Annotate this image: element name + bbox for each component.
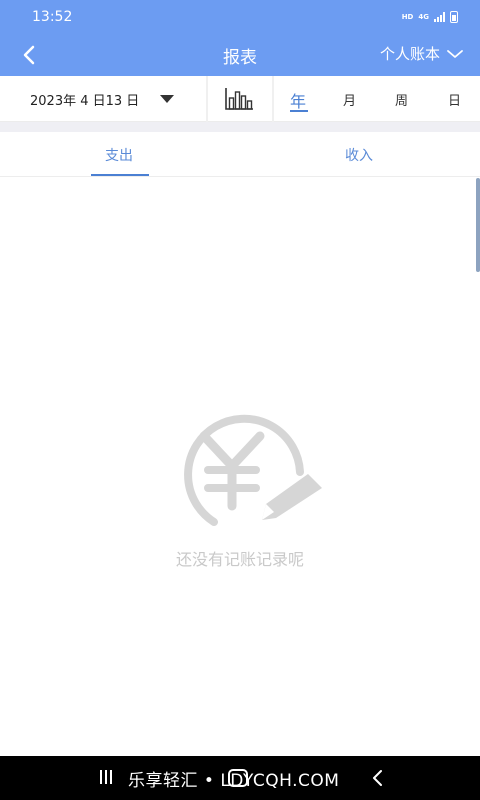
bar-chart-icon	[225, 88, 253, 110]
app-header: 报表 个人账本	[0, 34, 480, 76]
caret-down-icon	[160, 95, 174, 103]
divider	[206, 76, 208, 122]
scrollbar[interactable]	[476, 178, 480, 272]
account-book-selector[interactable]: 个人账本	[380, 43, 464, 64]
period-tab-month[interactable]: 月	[343, 90, 356, 109]
yen-edit-icon	[184, 414, 322, 526]
section-divider	[0, 122, 480, 132]
watermark: 乐享轻汇 • LDYCQH.COM	[128, 771, 340, 791]
period-tab-day[interactable]: 日	[448, 90, 461, 109]
date-picker[interactable]: 2023年 4 日13 日	[0, 76, 206, 122]
type-tabs: 支出 收入	[0, 132, 480, 177]
status-time: 13:52	[32, 9, 73, 25]
status-bar: 13:52 HD 4G	[0, 0, 480, 34]
signal-icon	[434, 12, 445, 22]
system-nav-bar: 乐享轻汇 • LDYCQH.COM	[0, 756, 480, 800]
date-picker-label: 2023年 4 日13 日	[30, 93, 140, 109]
period-tab-week[interactable]: 周	[395, 90, 408, 109]
account-book-label: 个人账本	[379, 45, 440, 63]
network-badge: 4G	[418, 12, 429, 21]
filter-row: 2023年 4 日13 日 年 月 周 日	[0, 76, 480, 122]
battery-icon	[450, 11, 458, 23]
empty-state-message: 还没有记账记录呢	[175, 550, 304, 569]
tab-expense[interactable]: 支出	[105, 145, 133, 165]
tab-indicator	[91, 174, 149, 176]
status-icons: HD 4G	[402, 11, 458, 23]
recent-apps-button[interactable]	[100, 770, 112, 784]
back-nav-icon[interactable]	[370, 769, 386, 787]
divider	[272, 76, 274, 122]
chart-type-button[interactable]	[222, 86, 256, 112]
hd-badge: HD	[401, 13, 414, 21]
chevron-down-icon	[447, 49, 463, 58]
period-tab-year[interactable]: 年	[290, 88, 306, 112]
tab-income[interactable]: 收入	[345, 145, 373, 165]
period-tab-indicator	[290, 110, 308, 112]
